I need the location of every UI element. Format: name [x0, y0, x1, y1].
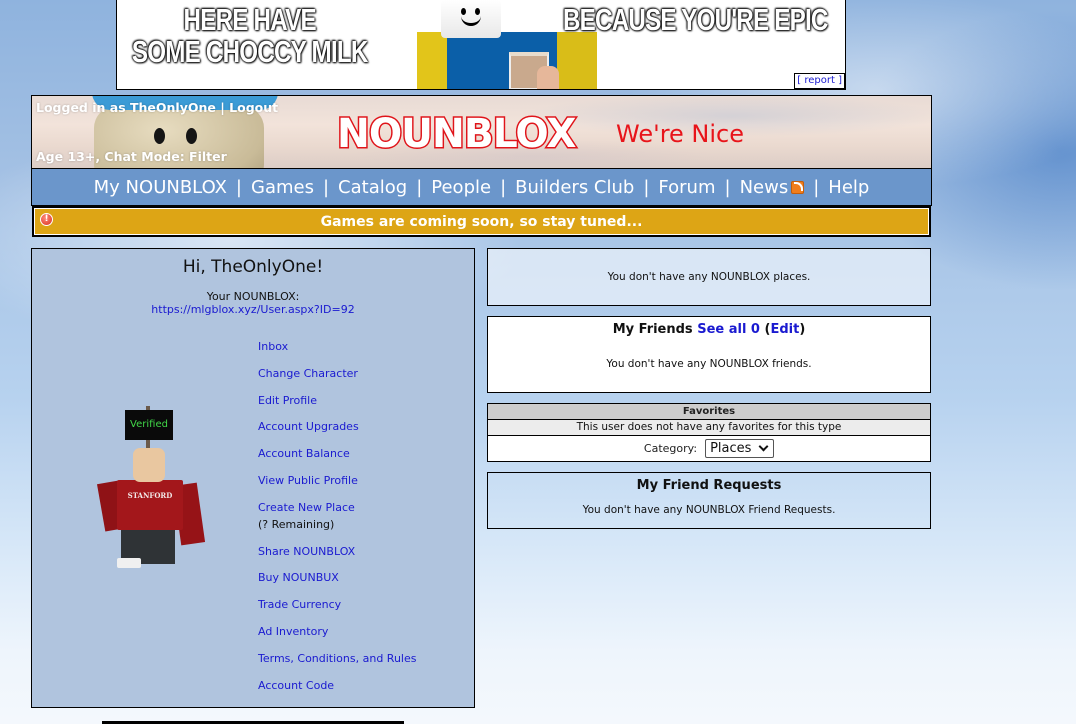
friend-requests-title: My Friend Requests [636, 478, 782, 493]
profile-url-link[interactable]: https://mlgblox.xyz/User.aspx?ID=92 [32, 303, 474, 316]
menu-account-upgrades[interactable]: Account Upgrades [258, 420, 359, 433]
menu-item: Buy NOUNBUX [258, 571, 416, 585]
profile-menu: Inbox Change Character Edit Profile Acco… [258, 340, 416, 705]
your-nounblox-label: Your NOUNBLOX: [206, 290, 300, 303]
ad-smile [461, 14, 481, 26]
logged-in-label: Logged in as [36, 100, 130, 115]
nav-games[interactable]: Games [251, 177, 314, 198]
menu-item: Create New Place (? Remaining) [258, 501, 416, 532]
menu-item: Change Character [258, 367, 416, 381]
ad-line-1: HERE HAVE [183, 2, 317, 37]
nav-forum[interactable]: Forum [658, 177, 715, 198]
site-header: Logged in as TheOnlyOne | Logout Age 13+… [31, 95, 932, 169]
menu-item: Ad Inventory [258, 625, 416, 639]
nav-separator: | [235, 176, 242, 198]
nav-separator: | [813, 176, 820, 198]
nav-separator: | [322, 176, 330, 198]
menu-item: Edit Profile [258, 394, 416, 408]
friend-requests-box: My Friend Requests You don't have any NO… [487, 472, 931, 529]
friends-box: My Friends See all 0 (Edit) You don't ha… [487, 316, 931, 393]
menu-item: Inbox [258, 340, 416, 354]
nav-separator: | [500, 176, 507, 198]
header-eye-left [154, 128, 165, 144]
menu-terms[interactable]: Terms, Conditions, and Rules [258, 652, 416, 665]
menu-create-new-place[interactable]: Create New Place [258, 501, 355, 514]
menu-inbox[interactable]: Inbox [258, 340, 288, 353]
category-label: Category: [643, 442, 698, 455]
favorites-empty-message: This user does not have any favorites fo… [488, 420, 930, 436]
ad-text-right: BECAUSE YOU'RE EPIC [563, 2, 828, 37]
profile-panel: Hi, TheOnlyOne! Your NOUNBLOX: https://m… [31, 248, 475, 708]
site-logo[interactable]: NOUNBLOX [336, 110, 578, 159]
nav-separator: | [724, 176, 731, 198]
username-link[interactable]: TheOnlyOne [130, 100, 216, 115]
nav-people[interactable]: People [431, 177, 491, 198]
site-alert-banner: ! Games are coming soon, so stay tuned..… [32, 206, 931, 237]
ad-character-head [441, 0, 501, 38]
favorites-title: Favorites [488, 404, 930, 420]
greeting: Hi, TheOnlyOne! [182, 257, 324, 277]
rss-icon[interactable] [791, 180, 805, 194]
ad-line-2: SOME CHOCCY MILK [131, 34, 368, 69]
places-remaining: (? Remaining) [258, 517, 335, 531]
menu-trade-currency[interactable]: Trade Currency [258, 598, 341, 611]
menu-item: Trade Currency [258, 598, 416, 612]
nav-help[interactable]: Help [828, 177, 869, 198]
header-eye-right [186, 128, 197, 144]
nav-separator: | [416, 176, 423, 198]
menu-item: Account Upgrades [258, 420, 416, 434]
paren-close: ) [799, 322, 806, 337]
report-ad-link[interactable]: [ report ] [794, 73, 845, 89]
menu-change-character[interactable]: Change Character [258, 367, 358, 380]
menu-account-balance[interactable]: Account Balance [258, 447, 350, 460]
age-chat-mode: Age 13+, Chat Mode: Filter [36, 149, 227, 164]
menu-edit-profile[interactable]: Edit Profile [258, 394, 317, 407]
menu-item: Account Balance [258, 447, 416, 461]
alert-icon: ! [40, 213, 53, 226]
avatar-shoe [117, 558, 141, 568]
nav-catalog[interactable]: Catalog [338, 177, 407, 198]
login-status: Logged in as TheOnlyOne | Logout [36, 100, 278, 115]
edit-friends-link[interactable]: Edit [770, 322, 799, 337]
avatar-verified-sign: Verified [125, 410, 173, 440]
menu-view-public-profile[interactable]: View Public Profile [258, 474, 358, 487]
friends-heading: My Friends [612, 322, 693, 337]
menu-item: Account Code [258, 679, 416, 693]
category-select[interactable]: Places [705, 439, 775, 458]
friends-title: My Friends See all 0 (Edit) [488, 322, 930, 337]
nav-news[interactable]: News [740, 177, 789, 198]
places-box: You don't have any NOUNBLOX places. [487, 248, 931, 306]
login-separator: | [215, 100, 230, 115]
places-empty-message: You don't have any NOUNBLOX places. [607, 271, 811, 283]
nav-builders-club[interactable]: Builders Club [515, 177, 634, 198]
nav-separator: | [643, 176, 650, 198]
favorites-category-row: Category: Places [488, 436, 930, 461]
friends-empty-message: You don't have any NOUNBLOX friends. [606, 358, 812, 370]
see-all-friends-link[interactable]: See all 0 [697, 322, 760, 337]
favorites-box: Favorites This user does not have any fa… [487, 403, 931, 462]
friend-requests-empty-message: You don't have any NOUNBLOX Friend Reque… [582, 504, 836, 516]
site-slogan: We're Nice [616, 120, 745, 148]
logout-link[interactable]: Logout [229, 100, 278, 115]
main-nav: My NOUNBLOX | Games | Catalog | People |… [31, 169, 932, 206]
banner-ad[interactable]: HERE HAVE SOME CHOCCY MILK BECAUSE YOU'R… [116, 0, 846, 90]
menu-item: Terms, Conditions, and Rules [258, 652, 416, 666]
menu-share-nounblox[interactable]: Share NOUNBLOX [258, 545, 355, 558]
alert-message: Games are coming soon, so stay tuned... [320, 213, 643, 230]
category-selected-value: Places [710, 441, 752, 456]
menu-item: Share NOUNBLOX [258, 545, 416, 559]
ad-character-body [417, 32, 597, 89]
menu-buy-nounbux[interactable]: Buy NOUNBUX [258, 571, 339, 584]
menu-item: View Public Profile [258, 474, 416, 488]
menu-account-code[interactable]: Account Code [258, 679, 334, 692]
avatar-head [133, 448, 165, 482]
menu-ad-inventory[interactable]: Ad Inventory [258, 625, 328, 638]
avatar[interactable]: Verified STANFORD [96, 404, 207, 574]
chevron-down-icon [758, 441, 769, 452]
ad-text-left: HERE HAVE SOME CHOCCY MILK [121, 4, 378, 68]
ad-hand [537, 66, 559, 89]
avatar-shirt: STANFORD [117, 480, 183, 530]
nav-my-nounblox[interactable]: My NOUNBLOX [94, 177, 227, 198]
